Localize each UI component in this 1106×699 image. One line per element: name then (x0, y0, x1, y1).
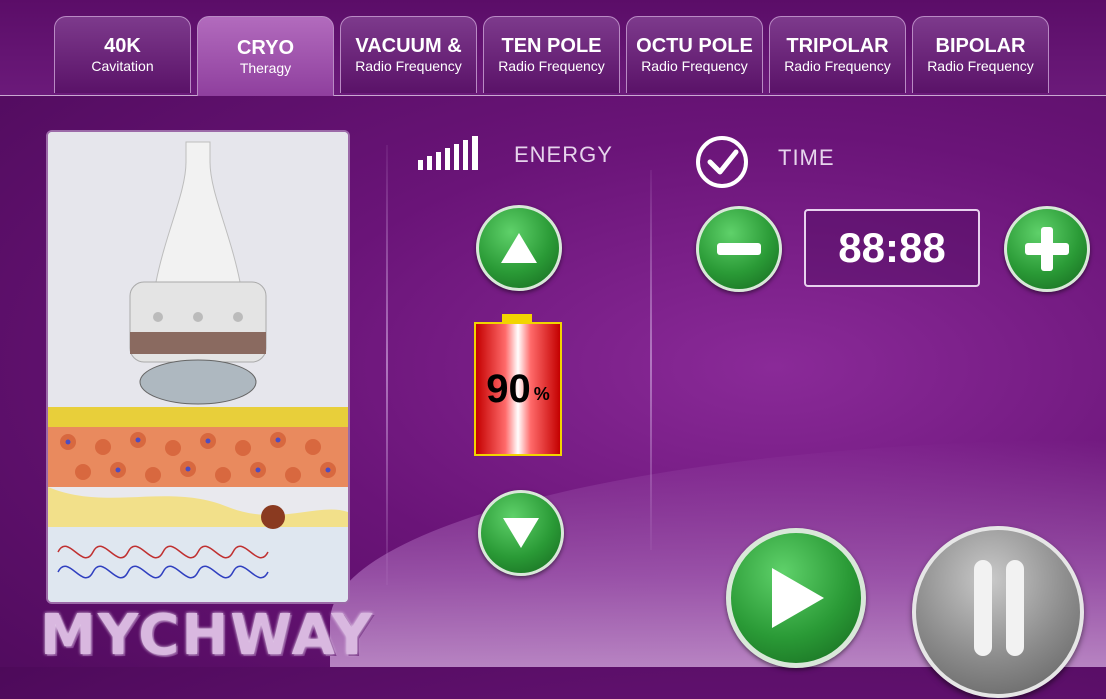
pause-icon (974, 560, 1024, 656)
tab-subtitle: Radio Frequency (641, 58, 748, 74)
tabs: 40K Cavitation CRYO Theragy VACUUM & Rad… (54, 16, 1049, 96)
tab-subtitle: Theragy (239, 59, 292, 76)
arrow-down-icon (503, 518, 539, 548)
time-decrease-button[interactable] (696, 206, 782, 292)
tab-title: TEN POLE (501, 35, 602, 57)
tab-40k-cavitation[interactable]: 40K Cavitation (54, 16, 191, 93)
tab-title: OCTU POLE (636, 35, 753, 57)
tab-bipolar-rf[interactable]: BIPOLAR Radio Frequency (912, 16, 1049, 93)
tab-subtitle: Radio Frequency (355, 58, 462, 74)
energy-up-button[interactable] (476, 205, 562, 291)
pause-button[interactable] (912, 526, 1084, 698)
tab-title: BIPOLAR (935, 35, 1026, 57)
tab-bar: 40K Cavitation CRYO Theragy VACUUM & Rad… (0, 0, 1106, 96)
tab-title: VACUUM & (355, 35, 462, 57)
time-increase-button[interactable] (1004, 206, 1090, 292)
tab-title: TRIPOLAR (786, 35, 889, 57)
tab-subtitle: Radio Frequency (927, 58, 1034, 74)
tab-cryo-theragy[interactable]: CRYO Theragy (197, 16, 334, 96)
energy-down-button[interactable] (478, 490, 564, 576)
brand-logo: MYCHWAY (40, 603, 375, 668)
signal-bars-icon (418, 136, 494, 170)
plus-icon (1025, 227, 1069, 271)
tab-ten-pole-rf[interactable]: TEN POLE Radio Frequency (483, 16, 620, 93)
tab-subtitle: Radio Frequency (784, 58, 891, 74)
tab-title: 40K (104, 35, 141, 57)
tab-subtitle: Radio Frequency (498, 58, 605, 74)
energy-label: ENERGY (514, 142, 613, 167)
tab-octu-pole-rf[interactable]: OCTU POLE Radio Frequency (626, 16, 763, 93)
tab-vacuum-rf[interactable]: VACUUM & Radio Frequency (340, 16, 477, 93)
tab-subtitle: Cavitation (91, 58, 154, 74)
energy-value: 90 (486, 366, 531, 411)
energy-battery-gauge: 90 % (474, 322, 562, 456)
play-icon (772, 568, 824, 628)
tab-title: CRYO (236, 36, 295, 59)
minus-icon (717, 243, 761, 255)
arrow-up-icon (501, 233, 537, 263)
check-circle-icon[interactable] (694, 134, 750, 190)
time-label: TIME (778, 145, 835, 170)
cryo-handpiece-skin-image (48, 132, 348, 602)
treatment-illustration (46, 130, 350, 604)
time-display: 88:88 (804, 209, 980, 287)
tab-tripolar-rf[interactable]: TRIPOLAR Radio Frequency (769, 16, 906, 93)
energy-unit: % (533, 383, 550, 404)
play-button[interactable] (726, 528, 866, 668)
divider-right (650, 170, 652, 550)
divider-left (386, 145, 388, 585)
